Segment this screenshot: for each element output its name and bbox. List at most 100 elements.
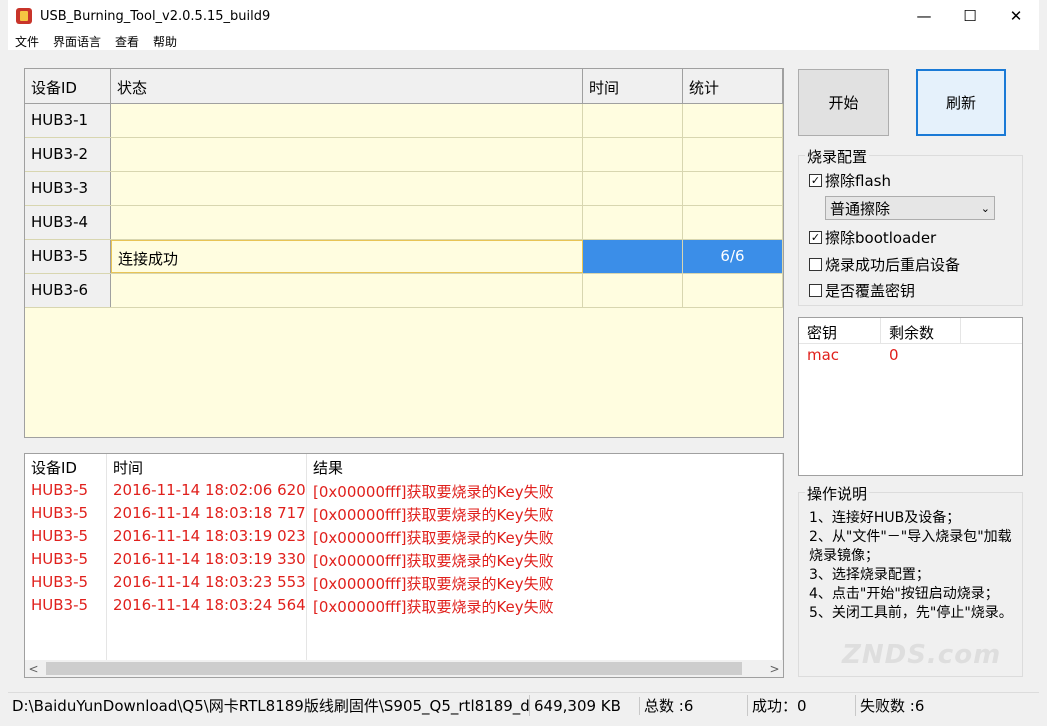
log-empty-col <box>107 618 307 662</box>
grid-header-time[interactable]: 时间 <box>583 69 683 103</box>
log-empty-col <box>307 618 783 662</box>
log-list[interactable]: 设备ID 时间 结果 HUB3-5 2016-11-14 18:02:06 62… <box>24 453 784 678</box>
log-header-id[interactable]: 设备ID <box>25 454 107 480</box>
grid-cell-time <box>583 138 683 171</box>
refresh-button[interactable]: 刷新 <box>916 69 1006 136</box>
log-id: HUB3-5 <box>25 503 107 526</box>
log-result: [0x00000fff]获取要烧录的Key失败 <box>307 549 783 572</box>
status-success-count: 成功：0 <box>748 695 856 716</box>
log-time: 2016-11-14 18:02:06 620 <box>107 480 307 503</box>
key-header-name[interactable]: 密钥 <box>799 318 881 343</box>
grid-cell-stat: 6/6 <box>683 240 783 273</box>
grid-cell-time <box>583 104 683 137</box>
grid-cell-time <box>583 206 683 239</box>
grid-cell-id: HUB3-5 <box>25 240 111 273</box>
log-empty-space <box>25 618 783 662</box>
erase-flash-checkbox[interactable]: ✓ 擦除flash <box>809 170 891 191</box>
log-id: HUB3-5 <box>25 595 107 618</box>
key-list-item[interactable]: mac 0 <box>799 344 1022 366</box>
menu-view[interactable]: 查看 <box>115 33 139 50</box>
log-result: [0x00000fff]获取要烧录的Key失败 <box>307 480 783 503</box>
log-result: [0x00000fff]获取要烧录的Key失败 <box>307 595 783 618</box>
menu-language[interactable]: 界面语言 <box>53 33 101 50</box>
log-result: [0x00000fff]获取要烧录的Key失败 <box>307 503 783 526</box>
status-bar: D:\BaiduYunDownload\Q5\网卡RTL8189版线刷固件\S9… <box>8 692 1039 718</box>
log-row[interactable]: HUB3-5 2016-11-14 18:03:23 553 [0x00000f… <box>25 572 783 595</box>
burn-config-group: 烧录配置 ✓ 擦除flash 普通擦除 ⌄ ✓ 擦除bootloader 烧录成… <box>798 146 1023 306</box>
key-list[interactable]: 密钥 剩余数 mac 0 <box>798 317 1023 476</box>
key-header-count[interactable]: 剩余数 <box>881 318 961 343</box>
log-header-result[interactable]: 结果 <box>307 454 783 480</box>
log-row[interactable]: HUB3-5 2016-11-14 18:03:19 330 [0x00000f… <box>25 549 783 572</box>
grid-cell-time <box>583 172 683 205</box>
grid-header-stat[interactable]: 统计 <box>683 69 783 103</box>
grid-cell-id: HUB3-2 <box>25 138 111 171</box>
burn-config-title: 烧录配置 <box>805 146 870 167</box>
reboot-after-label: 烧录成功后重启设备 <box>825 256 961 274</box>
instructions-text: 1、连接好HUB及设备； 2、从"文件"－"导入烧录包"加载烧录镜像； 3、选择… <box>809 510 1013 621</box>
log-row[interactable]: HUB3-5 2016-11-14 18:03:18 717 [0x00000f… <box>25 503 783 526</box>
menu-file[interactable]: 文件 <box>15 33 39 50</box>
grid-cell-status <box>111 138 583 171</box>
log-id: HUB3-5 <box>25 572 107 595</box>
grid-cell-stat <box>683 274 783 307</box>
close-button[interactable]: ✕ <box>993 0 1039 32</box>
grid-header: 设备ID 状态 时间 统计 <box>25 69 783 104</box>
watermark-logo: ZNDS.com <box>842 640 1002 670</box>
scroll-right-icon[interactable]: > <box>766 662 783 676</box>
log-header-time[interactable]: 时间 <box>107 454 307 480</box>
grid-cell-stat <box>683 104 783 137</box>
log-id: HUB3-5 <box>25 480 107 503</box>
reboot-after-checkbox[interactable]: 烧录成功后重启设备 <box>809 254 960 275</box>
log-row[interactable]: HUB3-5 2016-11-14 18:02:06 620 [0x00000f… <box>25 480 783 503</box>
grid-row[interactable]: HUB3-1 <box>25 104 783 138</box>
window-controls: — ☐ ✕ <box>901 0 1039 32</box>
status-fail-count: 失败数 :6 <box>860 697 925 715</box>
grid-cell-id: HUB3-6 <box>25 274 111 307</box>
grid-cell-stat <box>683 206 783 239</box>
log-row[interactable]: HUB3-5 2016-11-14 18:03:24 564 [0x00000f… <box>25 595 783 618</box>
log-time: 2016-11-14 18:03:19 023 <box>107 526 307 549</box>
maximize-button[interactable]: ☐ <box>947 0 993 32</box>
grid-row[interactable]: HUB3-6 <box>25 274 783 308</box>
checkbox-checked-icon: ✓ <box>809 231 822 244</box>
log-time: 2016-11-14 18:03:19 330 <box>107 549 307 572</box>
overwrite-key-label: 是否覆盖密钥 <box>825 282 916 300</box>
start-button[interactable]: 开始 <box>798 69 889 136</box>
log-time: 2016-11-14 18:03:18 717 <box>107 503 307 526</box>
overwrite-key-checkbox[interactable]: 是否覆盖密钥 <box>809 280 915 301</box>
minimize-button[interactable]: — <box>901 0 947 32</box>
grid-row[interactable]: HUB3-4 <box>25 206 783 240</box>
grid-row-selected[interactable]: HUB3-5 连接成功 6/6 <box>25 240 783 274</box>
log-row[interactable]: HUB3-5 2016-11-14 18:03:19 023 [0x00000f… <box>25 526 783 549</box>
key-list-header: 密钥 剩余数 <box>799 318 1022 344</box>
grid-header-id[interactable]: 设备ID <box>25 69 111 103</box>
scrollbar-thumb[interactable] <box>46 662 742 675</box>
grid-cell-id: HUB3-3 <box>25 172 111 205</box>
erase-mode-select[interactable]: 普通擦除 ⌄ <box>825 196 995 220</box>
menu-help[interactable]: 帮助 <box>153 33 177 50</box>
erase-bootloader-checkbox[interactable]: ✓ 擦除bootloader <box>809 227 936 248</box>
scroll-left-icon[interactable]: < <box>25 662 42 676</box>
log-horizontal-scrollbar[interactable]: < > <box>25 660 783 677</box>
grid-cell-status <box>111 274 583 307</box>
grid-cell-status <box>111 104 583 137</box>
grid-cell-time <box>583 274 683 307</box>
window-right-edge <box>1039 0 1047 726</box>
menu-bar: 文件 界面语言 查看 帮助 <box>8 32 1039 50</box>
status-image-path: D:\BaiduYunDownload\Q5\网卡RTL8189版线刷固件\S9… <box>8 695 530 716</box>
log-empty-col <box>25 618 107 662</box>
grid-cell-stat <box>683 172 783 205</box>
grid-header-status[interactable]: 状态 <box>111 69 583 103</box>
grid-cell-id: HUB3-4 <box>25 206 111 239</box>
checkbox-checked-icon: ✓ <box>809 174 822 187</box>
erase-mode-value: 普通擦除 <box>830 199 891 218</box>
grid-cell-status: 连接成功 <box>111 240 583 273</box>
status-image-size: 649,309 KB <box>530 696 640 715</box>
key-name: mac <box>807 346 840 364</box>
log-time: 2016-11-14 18:03:23 553 <box>107 572 307 595</box>
grid-row[interactable]: HUB3-3 <box>25 172 783 206</box>
window-left-edge <box>0 0 8 726</box>
log-id: HUB3-5 <box>25 549 107 572</box>
grid-row[interactable]: HUB3-2 <box>25 138 783 172</box>
